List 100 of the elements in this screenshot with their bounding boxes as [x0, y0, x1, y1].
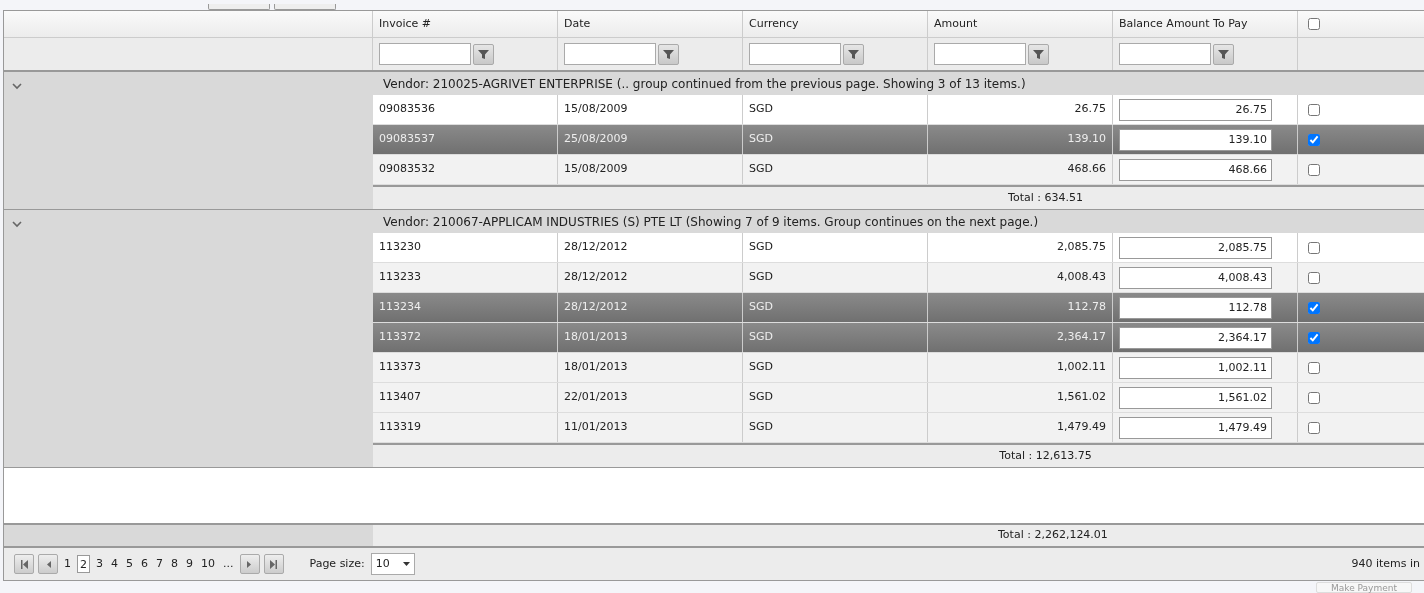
table-row[interactable]: 113373 18/01/2013 SGD 1,002.11 1,002.11	[373, 353, 1424, 383]
row-checkbox[interactable]	[1308, 421, 1320, 434]
table-cell: 11/01/2013	[564, 419, 628, 436]
previous-page-button[interactable]	[38, 554, 58, 574]
table-cell: SGD	[749, 419, 773, 436]
next-icon	[245, 559, 254, 569]
table-cell: 09083532	[379, 161, 435, 178]
page-link[interactable]: 10	[199, 555, 217, 573]
balance-field[interactable]: 1,479.49	[1119, 416, 1272, 439]
page-link[interactable]: 7	[154, 555, 165, 573]
filter-button[interactable]	[1213, 43, 1234, 65]
table-cell: 25/08/2009	[564, 131, 628, 148]
table-cell: 113233	[379, 269, 421, 286]
balance-field[interactable]: 1,002.11	[1119, 356, 1272, 379]
table-cell: 18/01/2013	[564, 329, 628, 346]
toolbar-button[interactable]	[208, 4, 270, 10]
select-all-checkbox[interactable]	[1308, 18, 1320, 30]
filter-button[interactable]	[473, 43, 494, 65]
column-header: Balance Amount To Pay	[1119, 15, 1248, 32]
group-total: Total : 634.51	[1008, 189, 1083, 206]
row-checkbox[interactable]	[1308, 133, 1320, 146]
balance-field[interactable]: 139.10	[1119, 128, 1272, 151]
column-header: Date	[564, 15, 591, 32]
row-checkbox[interactable]	[1308, 103, 1320, 116]
table-cell: 113373	[379, 359, 421, 376]
page-link[interactable]: 3	[94, 555, 105, 573]
table-cell: 28/12/2012	[564, 239, 628, 256]
group-header: Vendor: 210025-AGRIVET ENTERPRISE (.. group continued from the previous page. Showing 3 of 13 items.)	[373, 72, 1424, 95]
table-row[interactable]: 09083537 25/08/2009 SGD 139.10 139.10	[373, 125, 1424, 155]
page-link[interactable]: 6	[139, 555, 150, 573]
table-cell: 112.78	[1067, 299, 1106, 316]
filter-field[interactable]	[564, 43, 656, 65]
filter-button[interactable]	[1028, 43, 1049, 65]
filter-button[interactable]	[843, 43, 864, 65]
table-cell: 22/01/2013	[564, 389, 628, 406]
table-cell: 28/12/2012	[564, 299, 628, 316]
column-header: Invoice #	[379, 15, 432, 32]
row-checkbox[interactable]	[1308, 163, 1320, 176]
balance-field[interactable]: 4,008.43	[1119, 266, 1272, 289]
column-header: Currency	[749, 15, 799, 32]
balance-field[interactable]: 1,561.02	[1119, 386, 1272, 409]
table-cell: 113234	[379, 299, 421, 316]
table-cell: 4,008.43	[1057, 269, 1106, 286]
grand-total: Total : 2,262,124.01	[998, 527, 1108, 544]
filter-field[interactable]	[379, 43, 471, 65]
page-link[interactable]: 1	[62, 555, 73, 573]
page-size-dropdown[interactable]: 10	[370, 553, 415, 575]
filter-field[interactable]	[749, 43, 841, 65]
filter-field[interactable]	[1119, 43, 1211, 65]
table-row[interactable]: 113407 22/01/2013 SGD 1,561.02 1,561.02	[373, 383, 1424, 413]
page-link[interactable]: 5	[124, 555, 135, 573]
filter-icon	[478, 48, 489, 60]
page-link[interactable]: 8	[169, 555, 180, 573]
group-total: Total : 12,613.75	[999, 447, 1092, 464]
balance-field[interactable]: 26.75	[1119, 98, 1272, 121]
balance-field[interactable]: 2,364.17	[1119, 326, 1272, 349]
filter-button[interactable]	[658, 43, 679, 65]
chevron-down-icon[interactable]	[12, 220, 22, 228]
filter-field[interactable]	[934, 43, 1026, 65]
first-page-button[interactable]	[14, 554, 34, 574]
balance-field[interactable]: 112.78	[1119, 296, 1272, 319]
table-row[interactable]: 09083536 15/08/2009 SGD 26.75 26.75	[373, 95, 1424, 125]
balance-field[interactable]: 2,085.75	[1119, 236, 1272, 259]
row-checkbox[interactable]	[1308, 271, 1320, 284]
table-row[interactable]: 113233 28/12/2012 SGD 4,008.43 4,008.43	[373, 263, 1424, 293]
row-checkbox[interactable]	[1308, 391, 1320, 404]
table-row[interactable]: 113319 11/01/2013 SGD 1,479.49 1,479.49	[373, 413, 1424, 443]
last-page-button[interactable]	[263, 554, 284, 574]
filter-icon	[848, 48, 859, 60]
row-checkbox[interactable]	[1308, 301, 1320, 314]
table-row[interactable]: 113234 28/12/2012 SGD 112.78 112.78	[373, 293, 1424, 323]
page-link[interactable]: 4	[109, 555, 120, 573]
table-cell: 113230	[379, 239, 421, 256]
next-page-button[interactable]	[239, 554, 260, 574]
table-cell: 2,364.17	[1057, 329, 1106, 346]
page-link[interactable]: ...	[221, 555, 236, 573]
table-cell: 113372	[379, 329, 421, 346]
toolbar-button[interactable]	[274, 4, 336, 10]
table-cell: SGD	[749, 101, 773, 118]
table-cell: 15/08/2009	[564, 101, 628, 118]
table-cell: 1,561.02	[1057, 389, 1106, 406]
row-checkbox[interactable]	[1308, 361, 1320, 374]
table-cell: SGD	[749, 269, 773, 286]
table-cell: 09083537	[379, 131, 435, 148]
row-checkbox[interactable]	[1308, 241, 1320, 254]
table-cell: SGD	[749, 329, 773, 346]
table-cell: 1,002.11	[1057, 359, 1106, 376]
row-checkbox[interactable]	[1308, 331, 1320, 344]
table-row[interactable]: 09083532 15/08/2009 SGD 468.66 468.66	[373, 155, 1424, 185]
balance-field[interactable]: 468.66	[1119, 158, 1272, 181]
table-row[interactable]: 113372 18/01/2013 SGD 2,364.17 2,364.17	[373, 323, 1424, 353]
filter-icon	[1033, 48, 1044, 60]
table-row[interactable]: 113230 28/12/2012 SGD 2,085.75 2,085.75	[373, 233, 1424, 263]
table-cell: 26.75	[1074, 101, 1106, 118]
page-link[interactable]: 2	[77, 555, 90, 573]
table-cell: 139.10	[1067, 131, 1106, 148]
filter-icon	[1218, 48, 1229, 60]
table-cell: 1,479.49	[1057, 419, 1106, 436]
chevron-down-icon[interactable]	[12, 82, 22, 90]
page-link[interactable]: 9	[184, 555, 195, 573]
